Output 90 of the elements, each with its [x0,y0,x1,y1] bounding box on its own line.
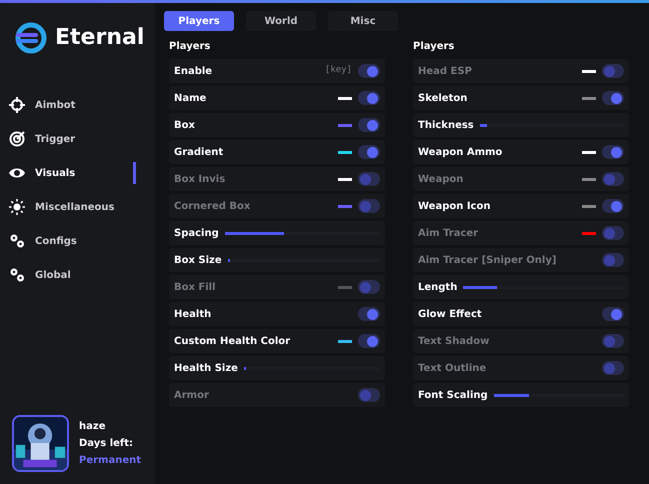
toggle-switch[interactable] [358,334,380,348]
setting-label: Aim Tracer [Sniper Only] [418,254,556,268]
setting-label: Length [418,280,458,294]
setting-label: Armor [174,388,209,402]
slider-track[interactable] [224,232,380,234]
setting-label: Text Outline [418,362,486,376]
color-swatch[interactable] [582,150,596,154]
slider-fill[interactable] [224,232,284,234]
toggle-switch[interactable] [602,334,624,348]
setting-label: Text Shadow [418,334,490,348]
color-swatch[interactable] [582,96,596,100]
toggle-switch[interactable] [602,145,624,159]
setting-label: Health [174,308,212,322]
setting-label: Weapon [418,172,464,186]
setting-label: Skeleton [418,92,468,106]
setting-label: Spacing [174,226,219,240]
toggle-switch[interactable] [358,307,380,321]
slider-fill[interactable] [244,366,246,370]
tab[interactable]: World [246,11,316,31]
active-indicator [133,162,136,184]
section-title: Players [169,40,212,54]
days-left-label: Days left: [79,437,134,451]
color-swatch[interactable] [338,340,352,342]
slider-fill[interactable] [228,258,230,262]
sidebar-item[interactable]: Configs [35,234,77,248]
setting-label: Box Size [174,254,222,268]
toggle-switch[interactable] [358,199,380,213]
setting-label: Cornered Box [174,200,250,214]
color-swatch[interactable] [338,150,352,154]
toggle-switch[interactable] [358,64,380,78]
sidebar-item[interactable]: Visuals [35,166,76,180]
setting-label: Name [174,92,206,106]
username: haze [79,420,106,434]
toggle-switch[interactable] [358,118,380,132]
toggle-switch[interactable] [602,253,624,267]
color-swatch[interactable] [582,204,596,208]
sidebar-item[interactable]: Trigger [35,132,76,146]
color-swatch[interactable] [338,178,352,180]
setting-label: Box Fill [174,280,216,294]
color-swatch[interactable] [338,96,352,100]
logo-icon [15,22,47,54]
sun-icon [9,199,25,215]
brand-name: Eternal [55,24,144,52]
toggle-switch[interactable] [602,64,624,78]
toggle-switch[interactable] [358,91,380,105]
gears-icon [9,233,25,249]
toggle-switch[interactable] [358,172,380,186]
toggle-switch[interactable] [358,280,380,294]
slider-track[interactable] [494,394,624,396]
toggle-switch[interactable] [602,91,624,105]
tab[interactable]: Players [164,11,234,31]
setting-label: Weapon Ammo [418,146,502,160]
toggle-switch[interactable] [358,388,380,402]
setting-label: Box [174,118,195,132]
sidebar-item[interactable]: Aimbot [35,98,76,112]
days-left-value: Permanent [79,454,142,468]
toggle-switch[interactable] [602,226,624,240]
setting-label: Aim Tracer [418,226,478,240]
slider-fill[interactable] [494,394,529,396]
color-swatch[interactable] [338,286,352,288]
color-swatch[interactable] [582,70,596,72]
setting-label: Box Invis [174,172,226,186]
color-swatch[interactable] [582,232,596,234]
setting-label: Head ESP [418,64,472,78]
color-swatch[interactable] [338,204,352,208]
setting-label: Glow Effect [418,308,482,322]
sidebar-item[interactable]: Miscellaneous [35,200,114,214]
setting-label: Font Scaling [418,388,488,402]
target-icon [9,131,25,147]
setting-label: Thickness [418,118,474,132]
color-swatch[interactable] [582,178,596,180]
gears-icon [9,267,25,283]
setting-label: Custom Health Color [174,334,290,348]
toggle-switch[interactable] [602,361,624,375]
toggle-switch[interactable] [602,199,624,213]
setting-label: Weapon Icon [418,200,490,214]
keybind-button[interactable]: [key] [324,64,352,78]
setting-label: Gradient [174,146,224,160]
toggle-switch[interactable] [602,307,624,321]
sidebar-item[interactable]: Global [35,268,71,282]
color-swatch[interactable] [338,124,352,126]
slider-fill[interactable] [463,286,498,288]
toggle-switch[interactable] [602,172,624,186]
setting-label: Enable [174,64,212,78]
crosshair-icon [9,97,25,113]
slider-fill[interactable] [480,124,487,126]
tab[interactable]: Misc [328,11,398,31]
toggle-switch[interactable] [358,145,380,159]
setting-label: Health Size [174,362,238,376]
section-title: Players [413,40,456,54]
